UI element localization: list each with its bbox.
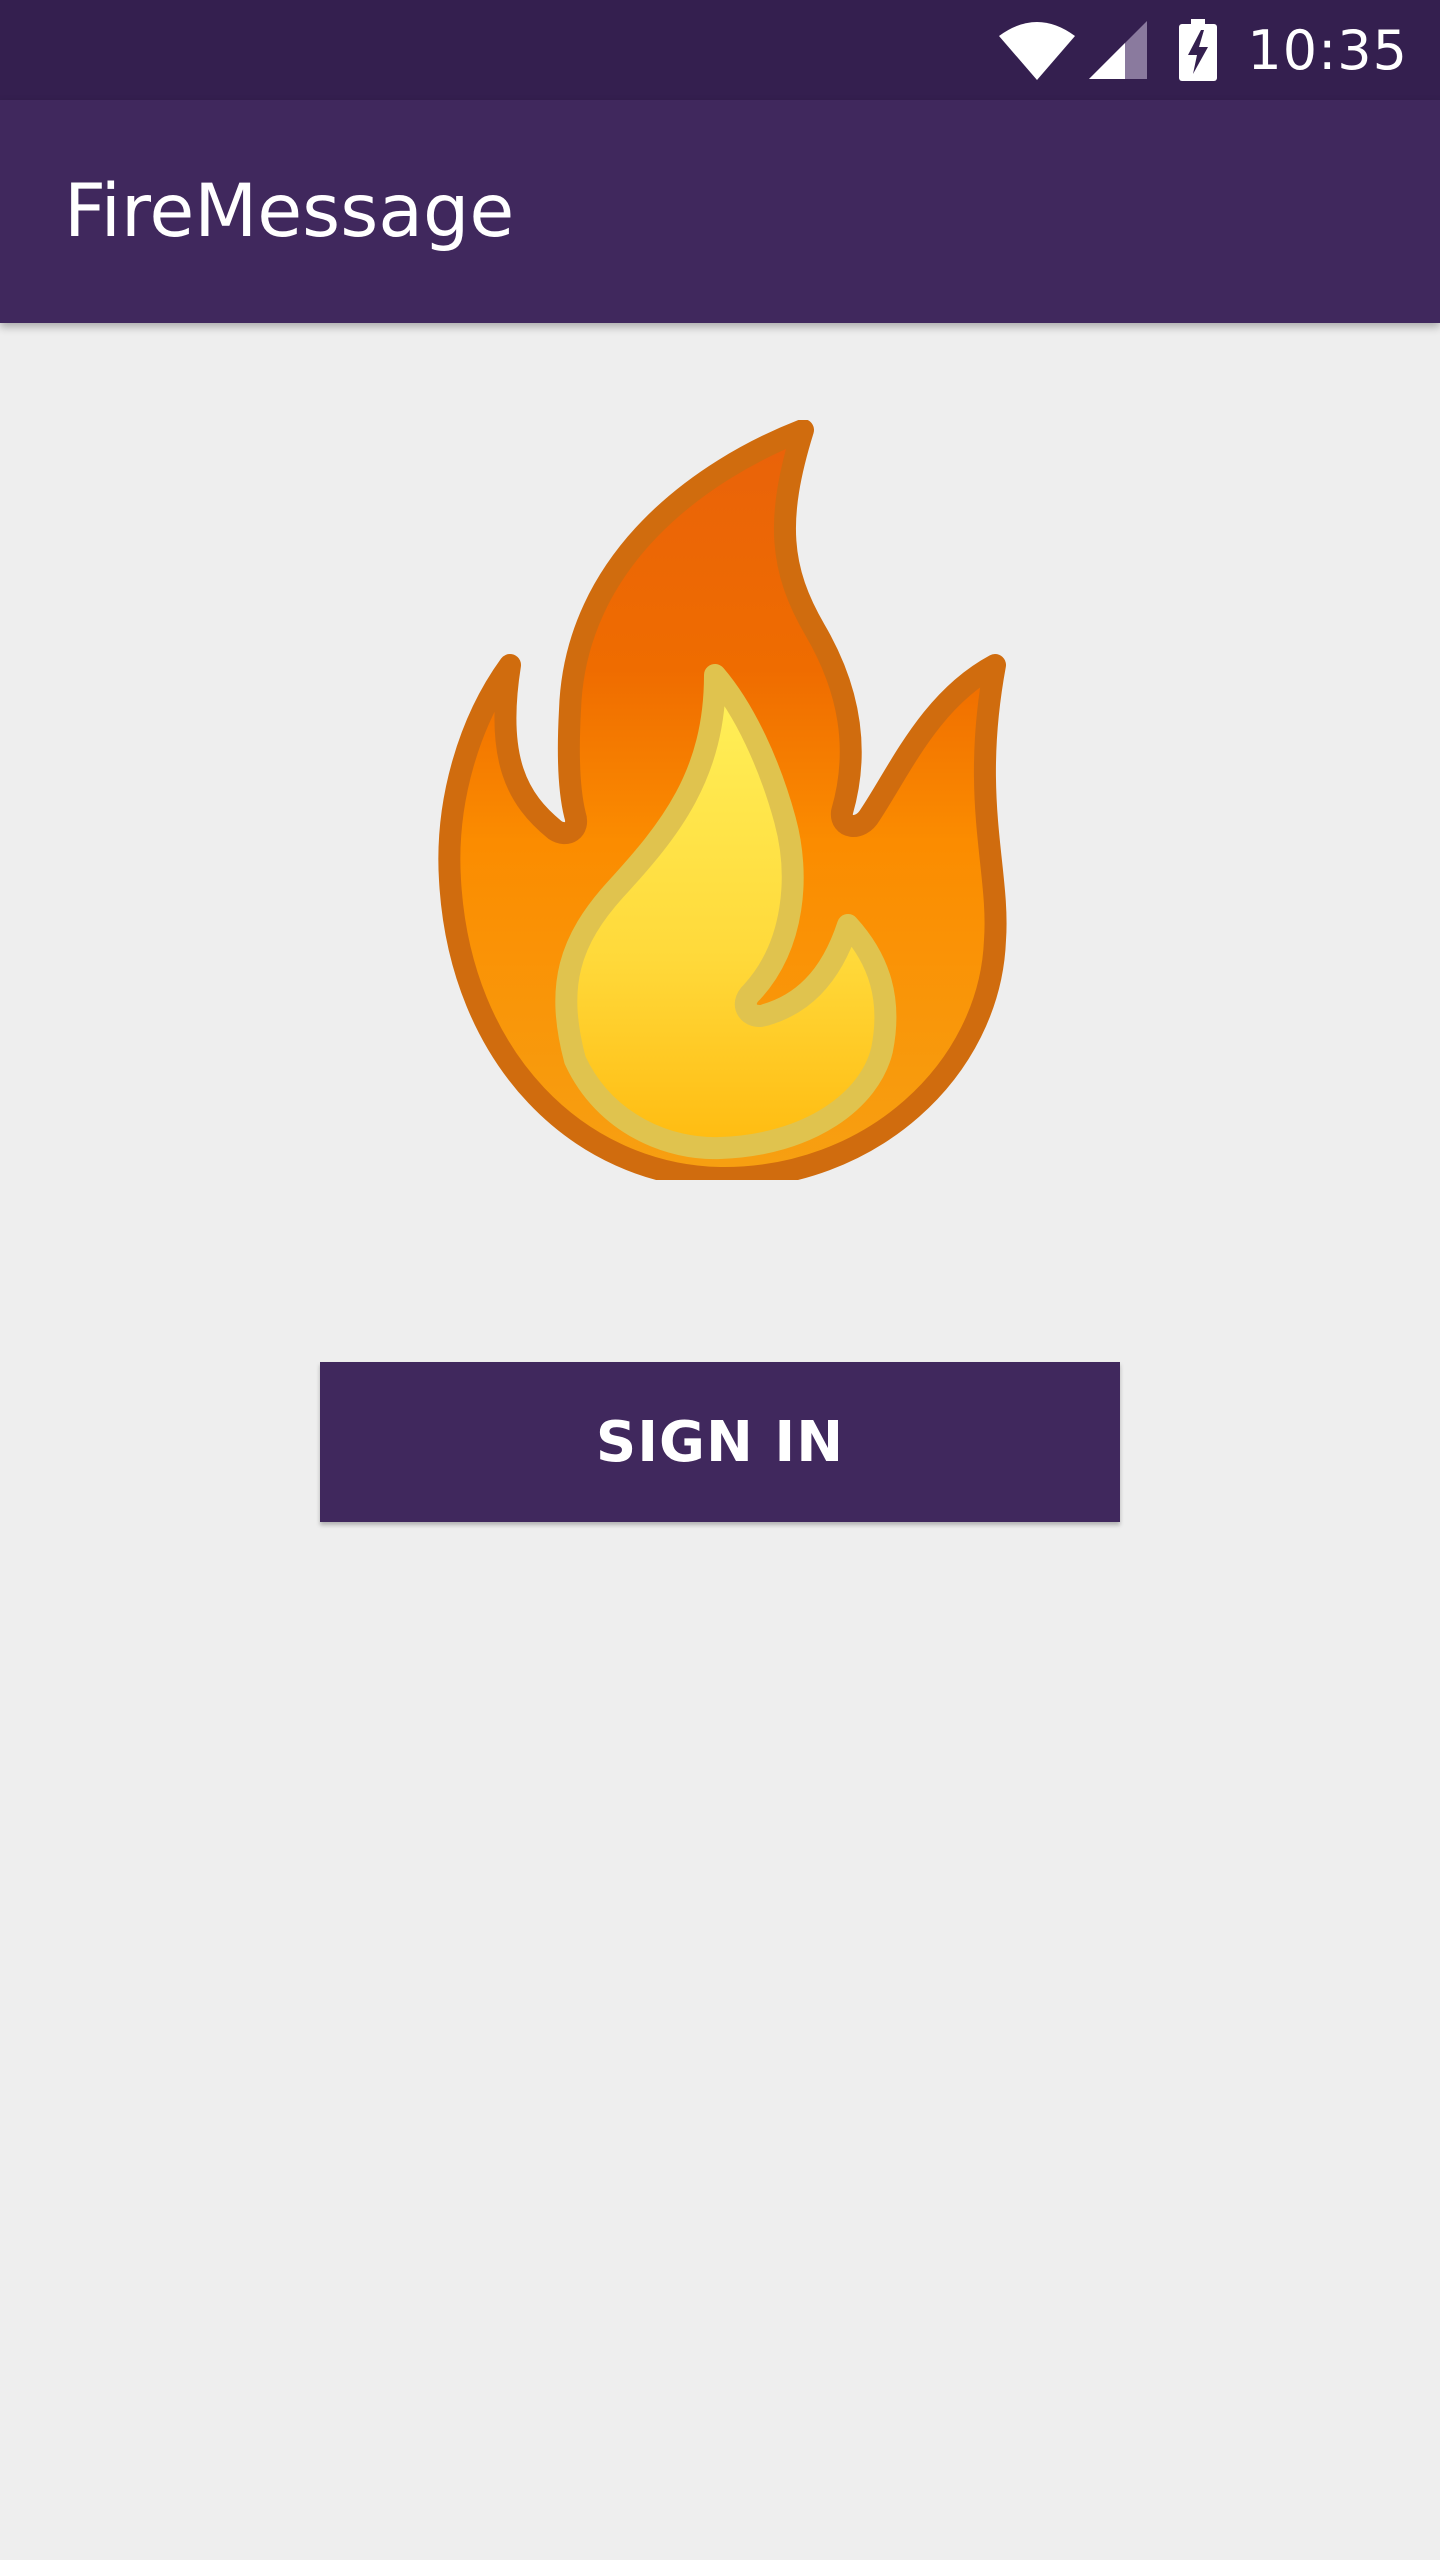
fire-icon — [438, 420, 1007, 1180]
signal-icon — [1089, 21, 1148, 79]
app-title: FireMessage — [64, 169, 515, 254]
sign-in-button[interactable]: SIGN IN — [320, 1362, 1120, 1522]
wifi-icon — [999, 22, 1076, 80]
battery-charging-icon — [1179, 19, 1218, 81]
status-time: 10:35 — [1247, 18, 1408, 82]
status-bar: 10:35 — [0, 0, 1440, 100]
status-icons: 10:35 — [999, 0, 1440, 100]
app-bar: FireMessage — [0, 100, 1440, 323]
